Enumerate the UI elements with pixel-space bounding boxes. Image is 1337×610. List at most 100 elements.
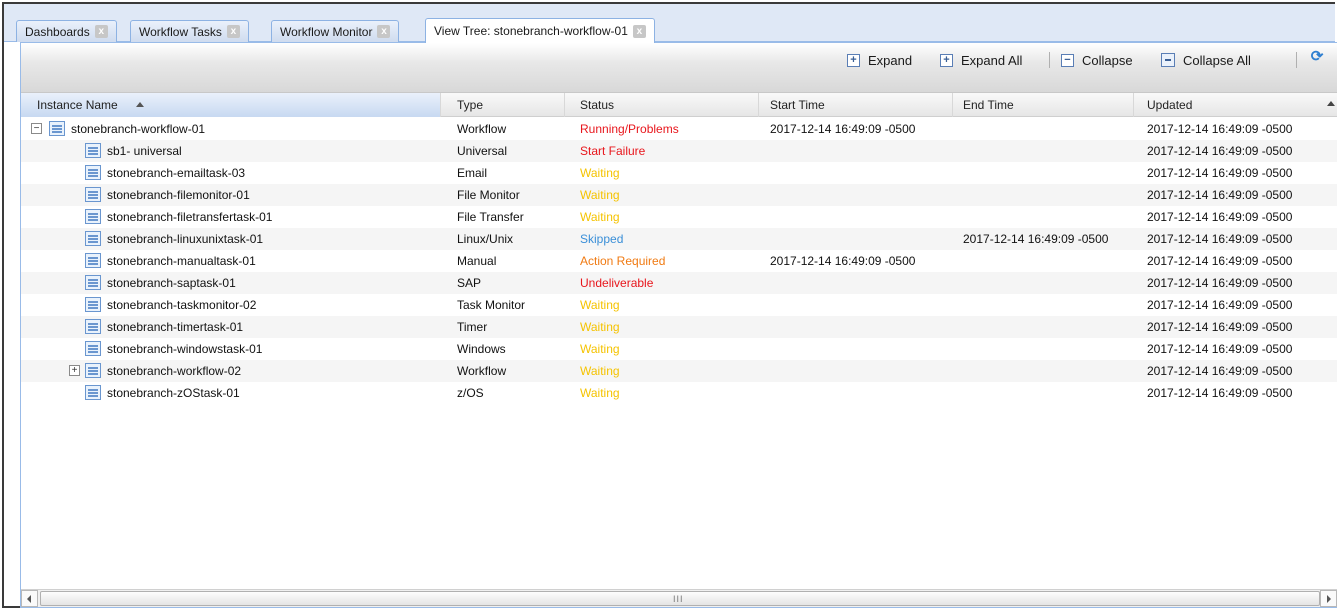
instance-name-cell: stonebranch-workflow-02 [107, 364, 242, 378]
updated-cell: 2017-12-14 16:49:09 -0500 [1147, 122, 1293, 136]
scrollbar-thumb[interactable]: III [40, 591, 1320, 606]
scrollbar-grip: III [673, 594, 684, 604]
close-icon[interactable]: x [226, 25, 240, 38]
scroll-right-button[interactable] [1320, 590, 1337, 607]
workflow-icon [85, 363, 101, 378]
instance-name-cell: stonebranch-saptask-01 [107, 276, 236, 290]
table-row[interactable]: + stonebranch-workflow-02 Workflow Waiting 2… [21, 360, 1337, 382]
table-row[interactable]: stonebranch-taskmonitor-02 Task Monitor Wa… [21, 294, 1337, 316]
header-label: End Time [963, 98, 1014, 112]
expand-all-icon: + [940, 53, 953, 67]
task-icon [85, 231, 101, 246]
updated-cell: 2017-12-14 16:49:09 -0500 [1147, 320, 1293, 334]
task-icon [85, 209, 101, 224]
expand-node-icon[interactable]: + [69, 365, 80, 376]
instance-name-cell: stonebranch-workflow-01 [71, 122, 206, 136]
header-label: Updated [1147, 98, 1193, 112]
instance-name-cell: stonebranch-emailtask-03 [107, 166, 246, 180]
instance-name-cell: stonebranch-zOStask-01 [107, 386, 240, 400]
task-icon [85, 385, 101, 400]
column-header-start-time[interactable]: Start Time [760, 93, 953, 117]
type-cell: Manual [457, 254, 497, 268]
instance-name-cell: sb1- universal [107, 144, 182, 158]
expand-button[interactable]: + Expand [847, 49, 912, 71]
column-header-type[interactable]: Type [442, 93, 565, 117]
scroll-left-button[interactable] [21, 590, 38, 607]
horizontal-scrollbar[interactable]: III [21, 589, 1337, 607]
type-cell: Email [457, 166, 488, 180]
table-row[interactable]: stonebranch-manualtask-01 Manual Action Re… [21, 250, 1337, 272]
status-cell: Waiting [580, 210, 620, 224]
type-cell: Universal [457, 144, 508, 158]
expand-all-label: Expand All [961, 52, 1023, 68]
type-cell: Workflow [457, 364, 507, 378]
column-header-updated[interactable]: Updated [1135, 93, 1337, 117]
close-icon[interactable]: x [632, 24, 646, 38]
status-cell: Waiting [580, 364, 620, 378]
column-header-status[interactable]: Status [566, 93, 759, 117]
table-row[interactable]: stonebranch-timertask-01 Timer Waiting 2017… [21, 316, 1337, 338]
updated-cell: 2017-12-14 16:49:09 -0500 [1147, 232, 1293, 246]
task-icon [85, 187, 101, 202]
tab-dashboards[interactable]: Dashboards x [16, 20, 117, 42]
task-icon [85, 341, 101, 356]
status-cell: Waiting [580, 188, 620, 202]
table-row[interactable]: stonebranch-emailtask-03 Email Waiting 2017… [21, 162, 1337, 184]
updated-cell: 2017-12-14 16:49:09 -0500 [1147, 210, 1293, 224]
collapse-button[interactable]: − Collapse [1061, 49, 1133, 71]
status-cell: Skipped [580, 232, 624, 246]
table-row[interactable]: stonebranch-zOStask-01 z/OS Waiting 2017-12… [21, 382, 1337, 404]
instance-name-cell: stonebranch-linuxunixtask-01 [107, 232, 264, 246]
table-row[interactable]: stonebranch-filetransfertask-01 File Tran… [21, 206, 1337, 228]
expand-label: Expand [868, 52, 913, 68]
status-cell: Waiting [580, 298, 620, 312]
status-cell: Waiting [580, 342, 620, 356]
instance-name-cell: stonebranch-windowstask-01 [107, 342, 263, 356]
table-row[interactable]: stonebranch-saptask-01 SAP Undeliverable 20… [21, 272, 1337, 294]
tab-workflow-monitor[interactable]: Workflow Monitor x [271, 20, 400, 42]
status-cell: Action Required [580, 254, 666, 268]
tab-label: Workflow Tasks [139, 24, 222, 39]
type-cell: Linux/Unix [457, 232, 514, 246]
refresh-icon[interactable]: ⟳ [1309, 49, 1325, 65]
updated-cell: 2017-12-14 16:49:09 -0500 [1147, 276, 1293, 290]
table-row[interactable]: stonebranch-windowstask-01 Windows Waiting… [21, 338, 1337, 360]
tab-view-tree[interactable]: View Tree: stonebranch-workflow-01 x [425, 18, 655, 43]
collapse-node-icon[interactable]: − [31, 123, 42, 134]
type-cell: File Transfer [457, 210, 524, 224]
collapse-label: Collapse [1082, 52, 1133, 68]
type-cell: Windows [457, 342, 506, 356]
task-icon [85, 319, 101, 334]
collapse-all-button[interactable]: Collapse All [1161, 49, 1251, 71]
header-label: Instance Name [37, 98, 118, 112]
status-cell: Running/Problems [580, 122, 679, 136]
tab-workflow-tasks[interactable]: Workflow Tasks x [130, 20, 249, 42]
type-cell: Workflow [457, 122, 507, 136]
type-cell: Task Monitor [457, 298, 526, 312]
updated-cell: 2017-12-14 16:49:09 -0500 [1147, 386, 1293, 400]
expand-all-button[interactable]: + Expand All [940, 49, 1022, 71]
task-icon [85, 165, 101, 180]
task-icon [85, 143, 101, 158]
tree-grid-panel: + Expand + Expand All − Collapse Collaps… [20, 42, 1337, 608]
updated-cell: 2017-12-14 16:49:09 -0500 [1147, 254, 1293, 268]
collapse-all-label: Collapse All [1183, 52, 1251, 68]
tab-label: View Tree: stonebranch-workflow-01 [434, 24, 628, 38]
start-time-cell: 2017-12-14 16:49:09 -0500 [770, 254, 916, 268]
table-row[interactable]: sb1- universal Universal Start Failure 2017… [21, 140, 1337, 162]
toolbar-separator [1049, 52, 1050, 68]
table-row[interactable]: − stonebranch-workflow-01 Workflow Running/… [21, 118, 1337, 140]
task-icon [85, 275, 101, 290]
table-row[interactable]: stonebranch-linuxunixtask-01 Linux/Unix Sk… [21, 228, 1337, 250]
instance-name-cell: stonebranch-manualtask-01 [107, 254, 256, 268]
app-window: Dashboards x Workflow Tasks x Workflow M… [2, 2, 1337, 608]
tab-label: Workflow Monitor [280, 24, 373, 39]
updated-cell: 2017-12-14 16:49:09 -0500 [1147, 166, 1293, 180]
sort-ascending-icon [135, 102, 144, 107]
close-icon[interactable]: x [377, 25, 391, 38]
column-header-end-time[interactable]: End Time [954, 93, 1134, 117]
close-icon[interactable]: x [94, 25, 108, 38]
column-header-instance-name[interactable]: Instance Name [21, 93, 441, 117]
scroll-up-icon[interactable] [1327, 101, 1335, 106]
table-row[interactable]: stonebranch-filemonitor-01 File Monitor Wa… [21, 184, 1337, 206]
